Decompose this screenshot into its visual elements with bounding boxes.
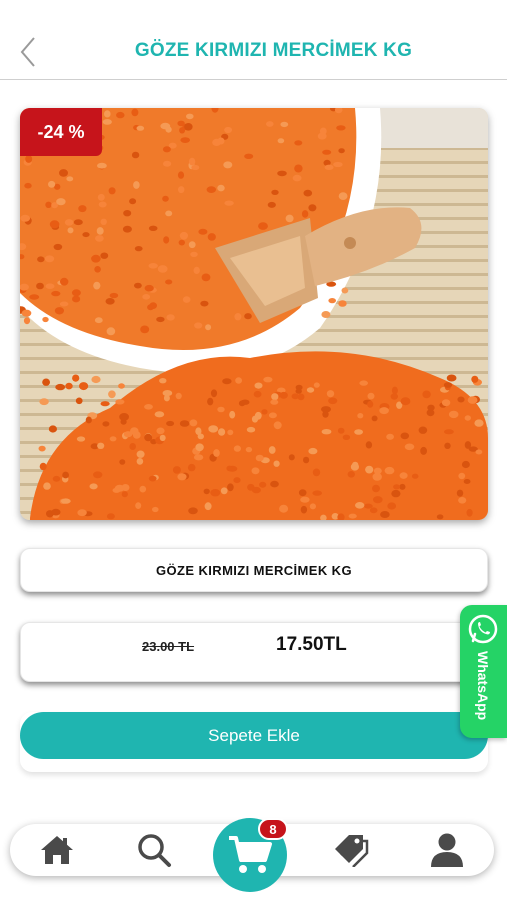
cart-count-badge: 8 — [258, 818, 288, 840]
back-button[interactable] — [14, 34, 42, 70]
tags-icon — [335, 835, 369, 867]
nav-search[interactable] — [134, 832, 174, 868]
chevron-left-icon — [20, 37, 35, 67]
nav-account[interactable] — [427, 832, 467, 868]
nav-home[interactable] — [37, 832, 77, 868]
search-icon — [138, 834, 171, 867]
old-price: 23.00 TL — [142, 639, 195, 654]
header: GÖZE KIRMIZI MERCİMEK KG — [0, 0, 507, 80]
add-to-cart-button[interactable]: Sepete Ekle — [20, 712, 488, 759]
whatsapp-button[interactable]: WhatsApp — [460, 605, 507, 738]
user-icon — [431, 833, 463, 867]
cart-icon — [229, 836, 272, 873]
home-icon — [41, 836, 73, 864]
product-name-card: GÖZE KIRMIZI MERCİMEK KG — [20, 548, 488, 592]
new-price: 17.50TL — [276, 634, 347, 655]
whatsapp-label: WhatsApp — [475, 651, 491, 721]
whatsapp-icon — [468, 614, 498, 644]
discount-badge: -24 % — [20, 108, 102, 156]
add-to-cart-container: Sepete Ekle — [20, 712, 488, 772]
page-title: GÖZE KIRMIZI MERCİMEK KG — [134, 40, 413, 61]
product-image[interactable]: -24 % — [20, 108, 488, 520]
product-name: GÖZE KIRMIZI MERCİMEK KG — [156, 562, 352, 578]
nav-campaigns[interactable] — [330, 832, 370, 868]
price-card: 23.00 TL 17.50TL — [20, 622, 488, 682]
